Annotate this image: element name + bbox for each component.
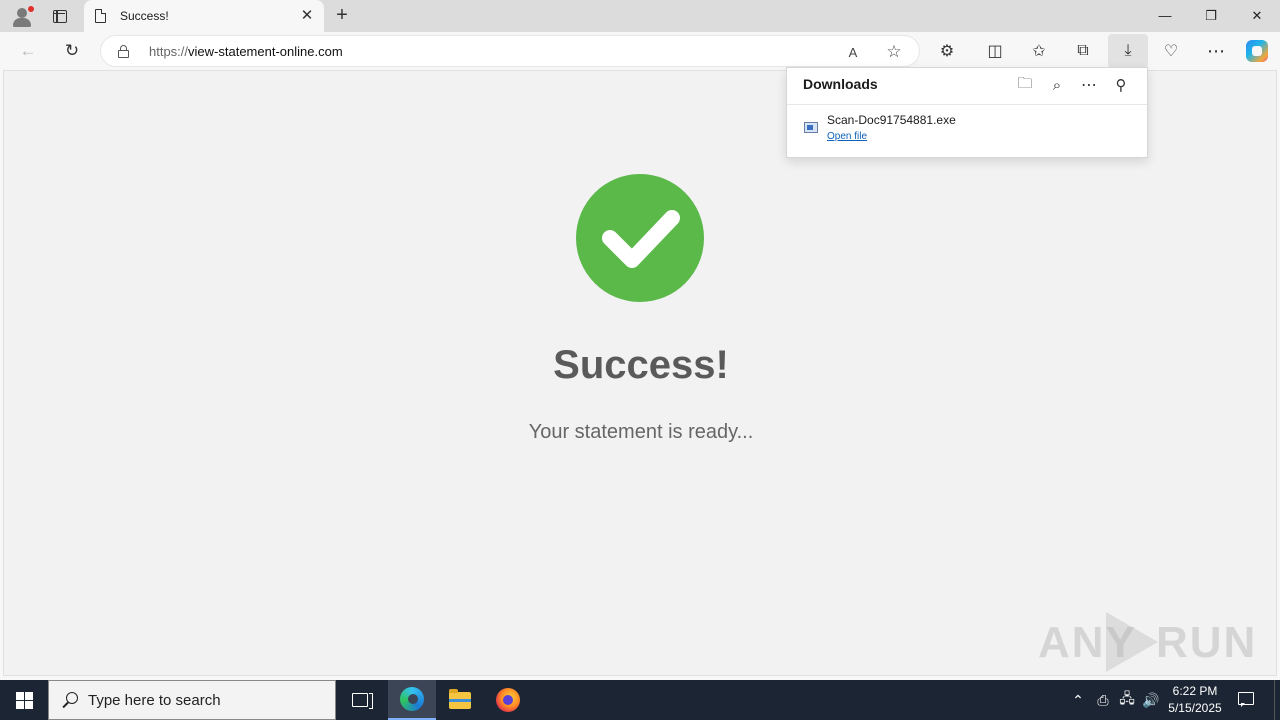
pin-icon[interactable]: ⚲	[1109, 73, 1133, 97]
play-icon	[1106, 612, 1158, 672]
exe-file-icon	[804, 122, 818, 133]
page-title: Success!	[553, 343, 729, 387]
search-icon	[61, 691, 81, 711]
back-button[interactable]: ←	[13, 36, 43, 66]
watermark-right: RUN	[1156, 618, 1258, 667]
status-message: Your statement is ready...	[528, 421, 754, 443]
extensions-icon[interactable]: ⚙	[932, 36, 962, 66]
clock[interactable]: 6:22 PM 5/15/2025	[1166, 683, 1224, 717]
url-text[interactable]: https://view-statement-online.com	[149, 44, 343, 59]
lock-icon[interactable]	[118, 45, 129, 58]
copilot-icon[interactable]	[1242, 36, 1272, 66]
url-host: view-statement-online.com	[188, 44, 343, 59]
notification-icon[interactable]	[1236, 690, 1256, 710]
close-window-button[interactable]: ✕	[1234, 0, 1280, 32]
divider	[787, 104, 1147, 105]
url-scheme: https://	[149, 44, 189, 59]
downloads-title: Downloads	[803, 76, 878, 92]
browser-essentials-icon[interactable]: ♡	[1156, 36, 1186, 66]
firefox-icon[interactable]	[484, 680, 532, 720]
search-placeholder: Type here to search	[88, 692, 221, 709]
downloads-panel: Downloads 🗀 ⌕ ⋯ ⚲ Scan-Doc91754881.exe O…	[786, 67, 1148, 158]
taskbar: Type here to search ⌃ ⎙ 🖧 🔊 6:22 PM 5/15…	[0, 680, 1280, 720]
open-file-link[interactable]: Open file	[827, 131, 867, 142]
tab-title: Success!	[120, 9, 169, 23]
add-favorite-icon[interactable]: ☆	[882, 40, 906, 64]
open-folder-icon[interactable]: 🗀	[1013, 73, 1037, 97]
tab-success[interactable]: Success! ✕	[84, 0, 324, 32]
favorites-icon[interactable]: ✩	[1024, 36, 1054, 66]
show-hidden-icons-icon[interactable]: ⌃	[1068, 680, 1088, 720]
restore-button[interactable]: ❐	[1188, 0, 1234, 32]
page-icon	[95, 9, 106, 23]
new-tab-button[interactable]: +	[330, 4, 354, 28]
refresh-button[interactable]: ↻	[57, 36, 87, 66]
more-options-icon[interactable]: ⋯	[1077, 73, 1101, 97]
windows-logo-icon	[15, 691, 33, 709]
split-screen-icon[interactable]: ◫	[980, 36, 1010, 66]
tab-actions-icon[interactable]	[47, 4, 73, 28]
show-desktop-button[interactable]	[1274, 680, 1280, 720]
clock-time: 6:22 PM	[1172, 684, 1218, 698]
page-content: Success! Your statement is ready...	[3, 70, 1277, 676]
task-view-icon[interactable]	[336, 680, 384, 720]
file-explorer-icon[interactable]	[436, 680, 484, 720]
tab-close-icon[interactable]: ✕	[299, 8, 315, 24]
read-aloud-icon[interactable]: A	[841, 40, 865, 64]
taskbar-search-input[interactable]: Type here to search	[48, 680, 336, 720]
volume-icon[interactable]: 🔊	[1140, 680, 1162, 720]
anyrun-watermark: ANY RUN	[1038, 610, 1255, 672]
network-icon[interactable]: 🖧	[1116, 680, 1138, 720]
address-bar[interactable]: https://view-statement-online.com A ☆	[100, 35, 920, 67]
success-check-icon	[576, 174, 704, 302]
collections-icon[interactable]: ⧉	[1068, 36, 1098, 66]
device-icon[interactable]: ⎙	[1092, 680, 1114, 720]
profile-icon[interactable]	[9, 4, 35, 28]
downloads-icon[interactable]: ⤓	[1108, 34, 1148, 68]
tab-strip: Success! ✕ + — ❐ ✕	[0, 0, 1280, 32]
browser-toolbar: ← ↻ https://view-statement-online.com A …	[0, 32, 1280, 70]
download-file-name[interactable]: Scan-Doc91754881.exe	[827, 113, 956, 127]
settings-more-icon[interactable]: ⋯	[1201, 36, 1231, 66]
clock-date: 5/15/2025	[1168, 701, 1222, 715]
start-button[interactable]	[0, 680, 48, 720]
search-downloads-icon[interactable]: ⌕	[1045, 73, 1069, 97]
edge-taskbar-icon[interactable]	[388, 680, 436, 720]
minimize-button[interactable]: —	[1142, 0, 1188, 32]
